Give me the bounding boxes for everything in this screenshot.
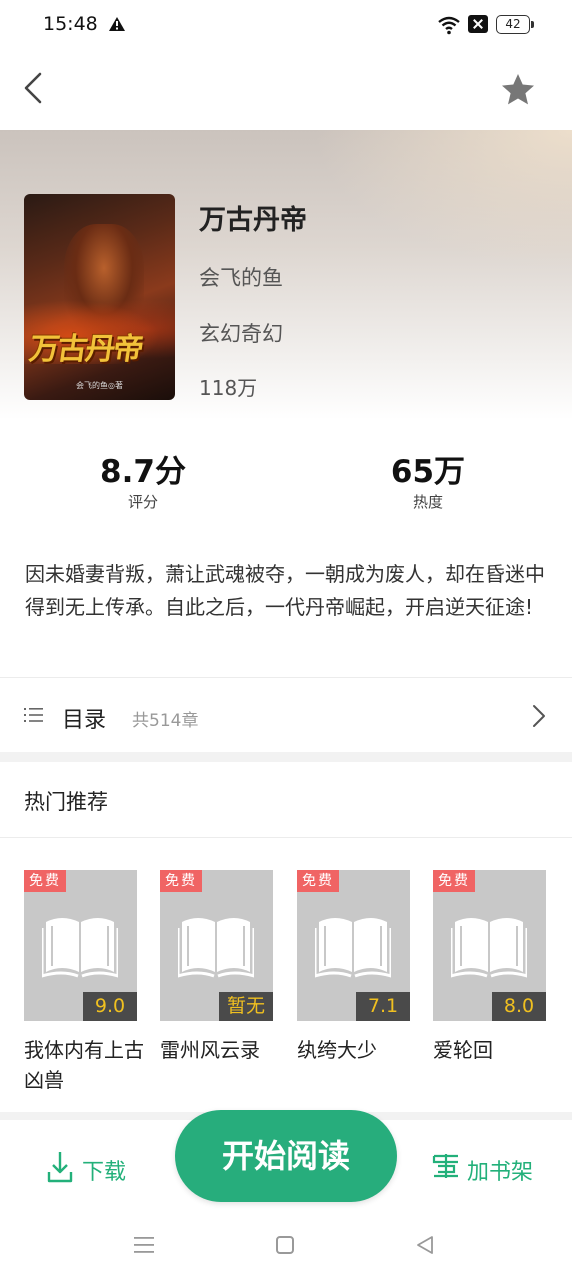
recommend-card[interactable]: 免费 8.0 爱轮回 [433,870,546,1100]
recommend-name: 爱轮回 [433,1038,493,1062]
recommend-cover: 免费 7.1 [297,870,410,1021]
recommend-name: 雷州风云录 [160,1038,260,1062]
score-badge: 9.0 [83,992,137,1021]
score-badge: 7.1 [356,992,410,1021]
cover-author: 会飞的鱼◎著 [76,381,123,390]
heat-value: 65万 [390,454,466,490]
recommend-card[interactable]: 免费 暂无 雷州风云录 [160,870,273,1100]
book-placeholder-icon [451,918,527,978]
hot-recommend-title: 热门推荐 [24,790,108,814]
start-reading-label: 开始阅读 [221,1137,350,1175]
free-badge: 免费 [297,870,339,892]
home-icon[interactable] [276,1236,294,1254]
recommend-cover: 免费 9.0 [24,870,137,1021]
wifi-icon [438,16,460,35]
score-badge: 8.0 [492,992,546,1021]
back-triangle-icon[interactable] [414,1234,436,1256]
section-separator [0,752,572,762]
free-badge: 免费 [433,870,475,892]
start-reading-button[interactable]: 开始阅读 [175,1110,397,1202]
rating-value: 8.7分 [100,454,186,490]
recommend-name: 纨绔大少 [297,1038,377,1062]
heat-stat: 65万 热度 [328,452,528,512]
menu-icon[interactable] [133,1234,155,1256]
download-icon [47,1152,73,1183]
heat-label: 热度 [412,493,443,511]
chevron-right-icon [533,705,545,727]
status-time: 15:48 [43,13,98,35]
book-placeholder-icon [178,918,254,978]
book-placeholder-icon [315,918,391,978]
back-icon[interactable] [14,66,54,110]
book-author[interactable]: 会飞的鱼 [199,262,283,292]
no-sim-icon [468,15,488,33]
add-shelf-label: 加书架 [467,1160,534,1185]
status-bar: 15:48 42 [0,0,572,52]
battery-icon: 42 [496,15,534,34]
download-button[interactable]: 下载 [46,1148,146,1188]
free-badge: 免费 [24,870,66,892]
score-badge: 暂无 [218,992,273,1021]
book-detail-page: 15:48 42 万古丹帝 会飞的鱼◎著 万古丹帝 会飞的鱼 玄幻奇幻 118万 [0,0,572,1280]
book-intro[interactable]: 因未婚妻背叛，萧让武魂被夺，一朝成为废人，却在昏迷中得到无上传承。自此之后，一代… [25,558,547,624]
rating-stat: 8.7分 评分 [43,452,243,512]
recommend-cover: 免费 暂无 [160,870,273,1021]
book-cover: 万古丹帝 会飞的鱼◎著 [24,194,175,400]
download-label: 下载 [82,1160,127,1185]
book-genre: 玄幻奇幻 [199,322,283,346]
recommend-cover: 免费 8.0 [433,870,546,1021]
recommend-card[interactable]: 免费 9.0 我体内有上古凶兽 [24,870,144,1100]
cover-title: 万古丹帝 [27,332,144,367]
book-title: 万古丹帝 [199,205,307,236]
add-shelf-button[interactable]: 加书架 [432,1148,552,1188]
system-navigation-bar [0,1212,572,1280]
star-icon[interactable] [498,70,538,110]
free-badge: 免费 [160,870,202,892]
recommend-name: 我体内有上古凶兽 [24,1038,144,1092]
warning-icon [109,17,125,31]
catalog-label: 目录 [62,708,107,733]
catalog-list-icon [24,708,43,722]
book-word-count: 118万 [199,376,258,400]
recommend-card[interactable]: 免费 7.1 纨绔大少 [297,870,410,1100]
catalog-row[interactable]: 目录 共514章 [0,678,572,752]
divider [0,837,572,838]
rating-label: 评分 [127,493,158,511]
add-shelf-icon [432,1154,458,1178]
catalog-count: 共514章 [132,711,199,731]
book-placeholder-icon [42,918,118,978]
